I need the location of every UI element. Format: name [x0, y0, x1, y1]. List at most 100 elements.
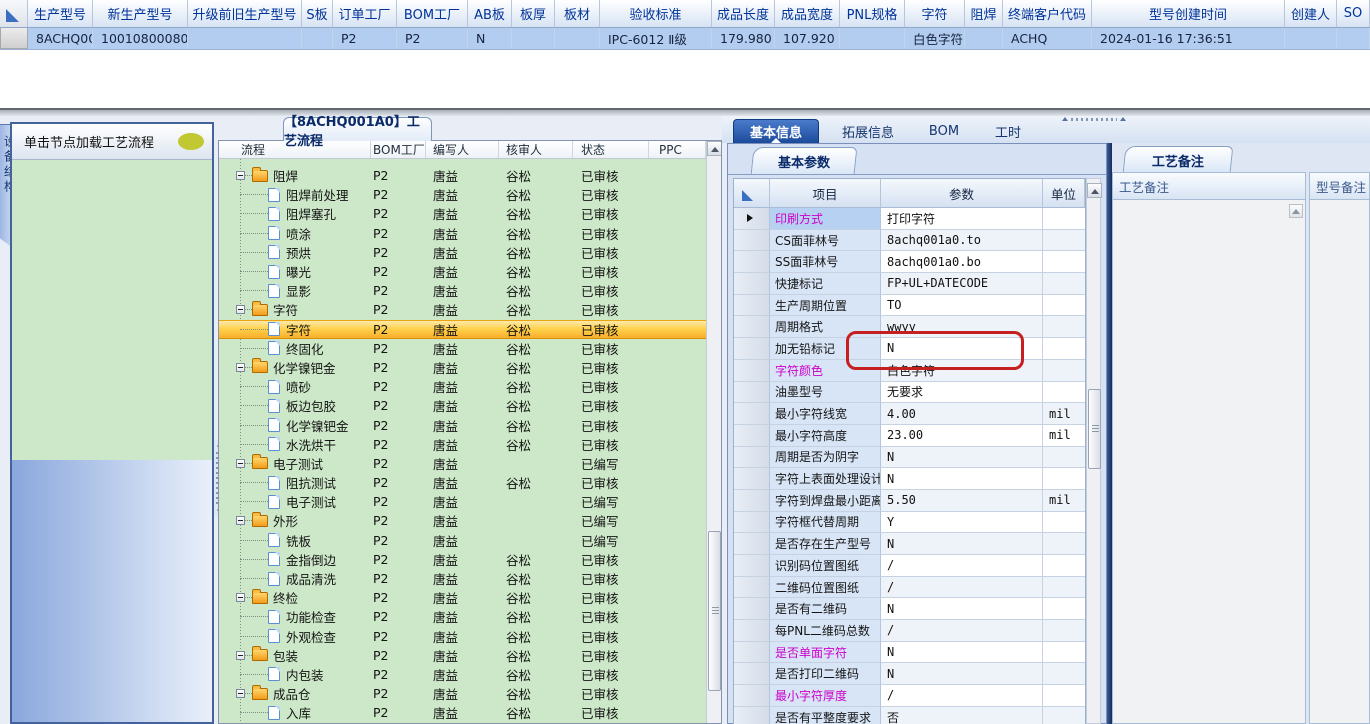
param-row[interactable]: 字符框代替周期 Y	[734, 511, 1085, 534]
param-row[interactable]: 最小字符线宽 4.00 mil	[734, 403, 1085, 425]
column-header-AB板[interactable]: AB板	[468, 0, 512, 27]
param-row[interactable]: 快捷标记 FP+UL+DATECODE	[734, 273, 1085, 295]
param-row-header[interactable]	[734, 446, 770, 469]
column-header-板材[interactable]: 板材	[555, 0, 600, 27]
tab-process-notes[interactable]: 工艺备注	[1122, 146, 1234, 173]
tree-row[interactable]: 水洗烘干 P2 唐益 谷松 已审核	[219, 435, 706, 454]
param-row-header[interactable]	[734, 685, 770, 707]
param-row[interactable]: 字符上表面处理设计 N	[734, 468, 1085, 490]
param-value[interactable]: N	[881, 598, 1043, 621]
expand-collapse-icon[interactable]	[236, 689, 245, 699]
param-value[interactable]: /	[881, 576, 1043, 599]
tree-row[interactable]: 化学镍钯金 P2 唐益 谷松 已审核	[219, 415, 706, 434]
param-value[interactable]: 4.00	[881, 403, 1043, 425]
param-row-header[interactable]	[734, 576, 770, 599]
cell-阻焊[interactable]	[965, 28, 1003, 49]
tree-row[interactable]: 金指倒边 P2 唐益 谷松 已审核	[219, 550, 706, 569]
expand-collapse-icon[interactable]	[236, 362, 245, 372]
tree-row[interactable]: 终检 P2 唐益 谷松 已审核	[219, 588, 706, 607]
param-value[interactable]: N	[881, 533, 1043, 555]
tree-node[interactable]: 曝光	[219, 262, 371, 281]
cell-成品长度[interactable]: 179.980	[712, 28, 775, 49]
column-header-S板[interactable]: S板	[302, 0, 333, 27]
param-column-项目[interactable]: 项目	[770, 179, 881, 207]
tree-column-状态[interactable]: 状态	[573, 141, 649, 158]
column-header-PNL规格[interactable]: PNL规格	[840, 0, 905, 27]
tree-node[interactable]: 外形	[219, 511, 371, 530]
tree-row[interactable]: 铣板 P2 唐益 已编写	[219, 531, 706, 550]
param-value[interactable]: /	[881, 555, 1043, 577]
param-row[interactable]: 是否存在生产型号 N	[734, 533, 1085, 555]
tree-row[interactable]: 字符 P2 唐益 谷松 已审核	[219, 300, 706, 319]
column-header-BOM工厂[interactable]: BOM工厂	[397, 0, 468, 27]
param-row-header[interactable]	[734, 533, 770, 555]
expand-collapse-icon[interactable]	[236, 171, 245, 181]
horizontal-splitter[interactable]	[0, 108, 1370, 116]
tree-node[interactable]: 字符	[219, 320, 371, 339]
tree-node[interactable]: 喷涂	[219, 224, 371, 243]
param-value[interactable]: N	[881, 663, 1043, 686]
param-row-header[interactable]	[734, 663, 770, 686]
tree-row[interactable]: 电子测试 P2 唐益 已编写	[219, 454, 706, 473]
cell-SO[interactable]	[1337, 28, 1370, 49]
tree-node[interactable]: 显影	[219, 281, 371, 300]
tree-row[interactable]: 外观检查 P2 唐益 谷松 已审核	[219, 627, 706, 646]
tree-row[interactable]: 功能检查 P2 唐益 谷松 已审核	[219, 607, 706, 626]
param-row[interactable]: 二维码位置图纸 /	[734, 576, 1085, 599]
expand-collapse-icon[interactable]	[236, 650, 245, 660]
tree-column-PPC[interactable]: PPC	[649, 141, 706, 158]
tree-row[interactable]: 电子测试 P2 唐益 已编写	[219, 492, 706, 511]
param-value[interactable]: FP+UL+DATECODE	[881, 273, 1043, 295]
param-row-header[interactable]	[734, 251, 770, 274]
tree-column-核审人[interactable]: 核审人	[499, 141, 573, 158]
cell-新生产型号[interactable]: 10010800080473	[93, 28, 188, 49]
cell-终端客户代码[interactable]: ACHQ	[1003, 28, 1092, 49]
process-flow-title-tab[interactable]: 【8ACHQ001A0】工艺流程	[283, 115, 432, 149]
tab-basic-info[interactable]: 基本信息	[733, 119, 819, 143]
cell-创建人[interactable]	[1285, 28, 1337, 49]
tree-node[interactable]: 阻焊塞孔	[219, 204, 371, 223]
param-row[interactable]: 每PNL二维码总数 /	[734, 620, 1085, 642]
tree-row[interactable]: 板边包胶 P2 唐益 谷松 已审核	[219, 396, 706, 415]
tree-node[interactable]: 字符	[219, 300, 371, 319]
tree-row[interactable]: 外形 P2 唐益 已编写	[219, 511, 706, 530]
param-row[interactable]: 是否有平整度要求否	[734, 706, 1085, 724]
param-row[interactable]: 油墨型号 无要求	[734, 381, 1085, 404]
tree-node[interactable]: 喷砂	[219, 377, 371, 396]
column-header-订单工厂[interactable]: 订单工厂	[333, 0, 397, 27]
column-header-验收标准[interactable]: 验收标准	[600, 0, 712, 27]
tree-row[interactable]: 显影 P2 唐益 谷松 已审核	[219, 281, 706, 300]
column-header-字符[interactable]: 字符	[905, 0, 965, 27]
expand-collapse-icon[interactable]	[236, 305, 245, 315]
tree-node[interactable]: 功能检查	[219, 607, 371, 626]
cell-BOM工厂[interactable]: P2	[397, 28, 468, 49]
param-row-header[interactable]	[734, 338, 770, 360]
param-row-header[interactable]	[734, 489, 770, 512]
column-header-成品宽度[interactable]: 成品宽度	[775, 0, 840, 27]
column-header-成品长度[interactable]: 成品长度	[712, 0, 775, 27]
param-row-header[interactable]	[734, 316, 770, 339]
tab-work-hours[interactable]: 工时	[982, 119, 1034, 143]
expand-collapse-icon[interactable]	[236, 458, 245, 468]
param-row-header[interactable]	[734, 208, 770, 230]
column-header-型号创建时间[interactable]: 型号创建时间	[1092, 0, 1285, 27]
param-row-header[interactable]	[734, 381, 770, 404]
param-value[interactable]: N	[881, 446, 1043, 469]
param-row[interactable]: SS面菲林号 8achq001a0.bo	[734, 251, 1085, 274]
tree-node[interactable]: 化学镍钯金	[219, 416, 371, 435]
select-all-corner[interactable]	[0, 0, 28, 27]
param-row-header[interactable]	[734, 511, 770, 534]
column-header-SO[interactable]: SO	[1337, 0, 1370, 27]
scrollbar-thumb[interactable]	[1088, 389, 1101, 469]
tree-row[interactable]: 预烘 P2 唐益 谷松 已审核	[219, 243, 706, 262]
tree-row[interactable]: 化学镍钯金 P2 唐益 谷松 已审核	[219, 358, 706, 377]
param-row-header[interactable]	[734, 620, 770, 642]
panel-grip[interactable]	[1062, 116, 1126, 122]
param-value[interactable]: /	[881, 620, 1043, 642]
param-row-header[interactable]	[734, 468, 770, 490]
param-scrollbar[interactable]	[1086, 178, 1102, 724]
cell-验收标准[interactable]: IPC-6012 Ⅱ级	[600, 28, 712, 49]
tree-node[interactable]: 电子测试	[219, 492, 371, 511]
tree-row[interactable]: 字符 P2 唐益 谷松 已审核	[219, 319, 706, 339]
param-row-header[interactable]	[734, 403, 770, 425]
